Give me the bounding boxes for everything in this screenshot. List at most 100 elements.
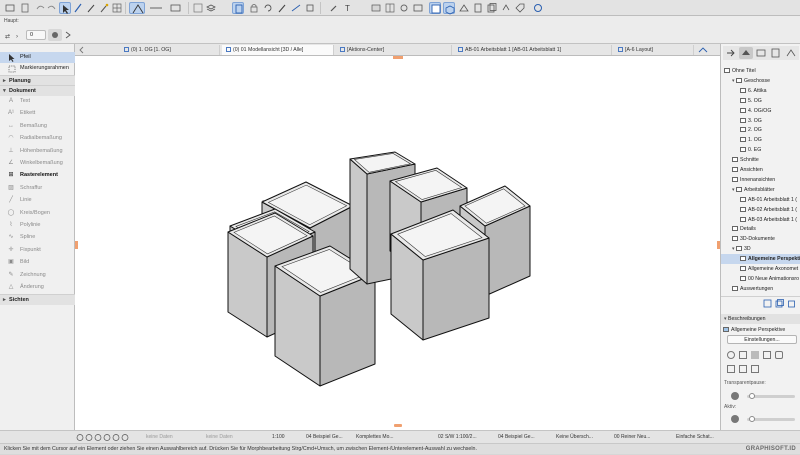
tree-item[interactable]: Details (721, 224, 800, 234)
lock-icon[interactable] (248, 2, 260, 14)
brush-icon[interactable] (276, 2, 288, 14)
solid-icon[interactable] (751, 351, 759, 359)
tree-item[interactable]: 3D-Dokumente (721, 234, 800, 244)
undo-icon[interactable] (34, 2, 46, 14)
tree-item[interactable]: AB-02 Arbeitsblatt 1 ( (721, 205, 800, 215)
descriptions-header[interactable]: ▾ Beschreibungen (721, 314, 800, 324)
tree-item[interactable]: AB-03 Arbeitsblatt 1 ( (721, 215, 800, 225)
teamwork-icon[interactable] (532, 2, 544, 14)
renovation-filter[interactable]: 00 Reiner Neu... (614, 433, 664, 442)
pen-set[interactable]: 02 S/W 1:100/2... (438, 433, 490, 442)
tool-line[interactable]: ╱ Linie (0, 195, 75, 206)
tree-item[interactable]: 1. OG (721, 135, 800, 145)
tool-fill[interactable]: ▨ Schraffur (0, 183, 75, 194)
splitter-handle[interactable] (394, 424, 402, 427)
shading-icon[interactable] (727, 351, 735, 359)
delete-view-icon[interactable] (787, 299, 796, 308)
active-toggle[interactable] (731, 415, 739, 423)
checkbox-icon[interactable] (304, 2, 316, 14)
guide-lines-icon[interactable] (129, 2, 145, 14)
tool-text[interactable]: A Text (0, 96, 75, 107)
navigator-menu-icon[interactable] (725, 48, 737, 58)
option-icon[interactable] (751, 365, 759, 373)
clone-view-icon[interactable] (775, 299, 784, 308)
tree-item[interactable]: ▾ Geschosse (721, 76, 800, 86)
rotate-icon[interactable] (262, 2, 274, 14)
tree-item[interactable]: 4. OG/OG (721, 106, 800, 116)
tag-icon[interactable] (514, 2, 526, 14)
eyedropper-icon[interactable] (85, 2, 97, 14)
override-option[interactable]: Keine Übersch... (556, 433, 608, 442)
wrench-icon[interactable] (328, 2, 340, 14)
3d-window-icon[interactable] (429, 2, 441, 14)
copy-icon[interactable] (19, 2, 31, 14)
chevron-left-icon[interactable] (77, 46, 87, 54)
redo-icon[interactable] (46, 2, 58, 14)
arrow-tool[interactable]: Pfeil (0, 52, 75, 63)
style-icon[interactable] (775, 351, 783, 359)
layout-book-icon[interactable] (769, 47, 783, 59)
tool-arc[interactable]: ◯ Kreis/Bogen (0, 208, 75, 219)
tool-change[interactable]: △ Änderung (0, 282, 75, 293)
active-knob[interactable] (749, 416, 755, 422)
zoom-scale[interactable]: 1:100 (272, 433, 302, 442)
tool-grid-element[interactable]: ⊞ Rasterelement (0, 170, 75, 181)
tree-item[interactable]: Ansichten (721, 165, 800, 175)
tree-item[interactable]: Schnitte (721, 155, 800, 165)
wireframe-icon[interactable] (739, 351, 747, 359)
layer-selector[interactable]: ⇄ › (4, 30, 24, 40)
fill-tool-icon[interactable] (370, 2, 382, 14)
tab-worksheet[interactable]: AB-01 Arbeitsblatt 1 [AB-01 Arbeitsblatt… (454, 45, 612, 55)
grid-snap-icon[interactable] (111, 2, 123, 14)
tab-layout[interactable]: [A-6 Layout] (614, 45, 694, 55)
view-map-icon[interactable] (754, 47, 768, 59)
model-view-option[interactable]: Komplettes Mo... (356, 433, 406, 442)
suspend-groups-icon[interactable] (168, 2, 184, 14)
top-splitter-handle[interactable] (393, 56, 403, 59)
tab-3d-model[interactable]: (0) 01 Modellansicht [3D / Alle] (222, 45, 334, 55)
3d-style[interactable]: Einfache Schat... (676, 433, 736, 442)
settings-icon[interactable] (398, 2, 410, 14)
arrow-tool-icon[interactable] (59, 2, 71, 14)
tree-item[interactable]: Allgemeine Perspekti (721, 254, 800, 265)
new-view-icon[interactable] (763, 299, 772, 308)
document-icon[interactable] (472, 2, 484, 14)
tool-hotspot[interactable]: ✛ Fixpunkt (0, 245, 75, 256)
transparency-toggle[interactable] (731, 392, 739, 400)
tree-item[interactable]: AB-01 Arbeitsblatt 1 ( (721, 195, 800, 205)
3d-view-icon[interactable] (443, 2, 455, 15)
tree-item[interactable]: ▾ 3D (721, 244, 800, 254)
status-redo-info[interactable]: keine Daten (206, 433, 246, 442)
dimension-standard[interactable]: 04 Beispiel Ge... (498, 433, 550, 442)
tree-item[interactable]: 0. EG (721, 145, 800, 155)
text-tool-icon[interactable]: T (342, 2, 354, 14)
element-info-icon[interactable] (232, 2, 244, 14)
tool-polyline[interactable]: ⌇ Polylinie (0, 220, 75, 231)
settings-button[interactable]: Einstellungen... (727, 335, 797, 344)
section-document[interactable]: ▾ Dokument (0, 85, 75, 96)
left-splitter-handle[interactable] (75, 241, 78, 249)
hidden-line-icon[interactable] (763, 351, 771, 359)
tab-floor-plan[interactable]: (0) 1. OG [1. OG] (120, 45, 220, 55)
pen-icon[interactable] (72, 2, 84, 14)
tool-dimension[interactable]: ↔ Bemaßung (0, 121, 75, 132)
tree-item[interactable]: 5. OG (721, 96, 800, 106)
trace-icon[interactable] (192, 2, 204, 14)
tree-item[interactable]: Allgemeine Axonomet (721, 264, 800, 274)
tool-level-dimension[interactable]: ⊥ Höhenbemaßung (0, 146, 75, 157)
publish-icon[interactable] (500, 2, 512, 14)
tool-figure[interactable]: ▣ Bild (0, 257, 75, 268)
status-undo-info[interactable]: keine Daten (146, 433, 186, 442)
marquee-tool[interactable]: Markierungsrahmen (0, 63, 75, 74)
info-icon[interactable] (4, 2, 16, 14)
tool-spline[interactable]: ∿ Spline (0, 232, 75, 243)
tree-item[interactable]: 2. OG (721, 125, 800, 135)
layer-combination[interactable]: 04 Beispiel Ge... (306, 433, 352, 442)
perspective-icon[interactable] (458, 2, 470, 14)
option-icon[interactable] (727, 365, 735, 373)
3d-model-viewport[interactable] (75, 56, 720, 430)
layer-dropdown[interactable]: 0 (26, 30, 46, 40)
tree-item[interactable]: 6. Attika (721, 86, 800, 96)
section-views[interactable]: ▸ Sichten (0, 294, 75, 305)
tab-overflow-icon[interactable] (695, 45, 715, 55)
